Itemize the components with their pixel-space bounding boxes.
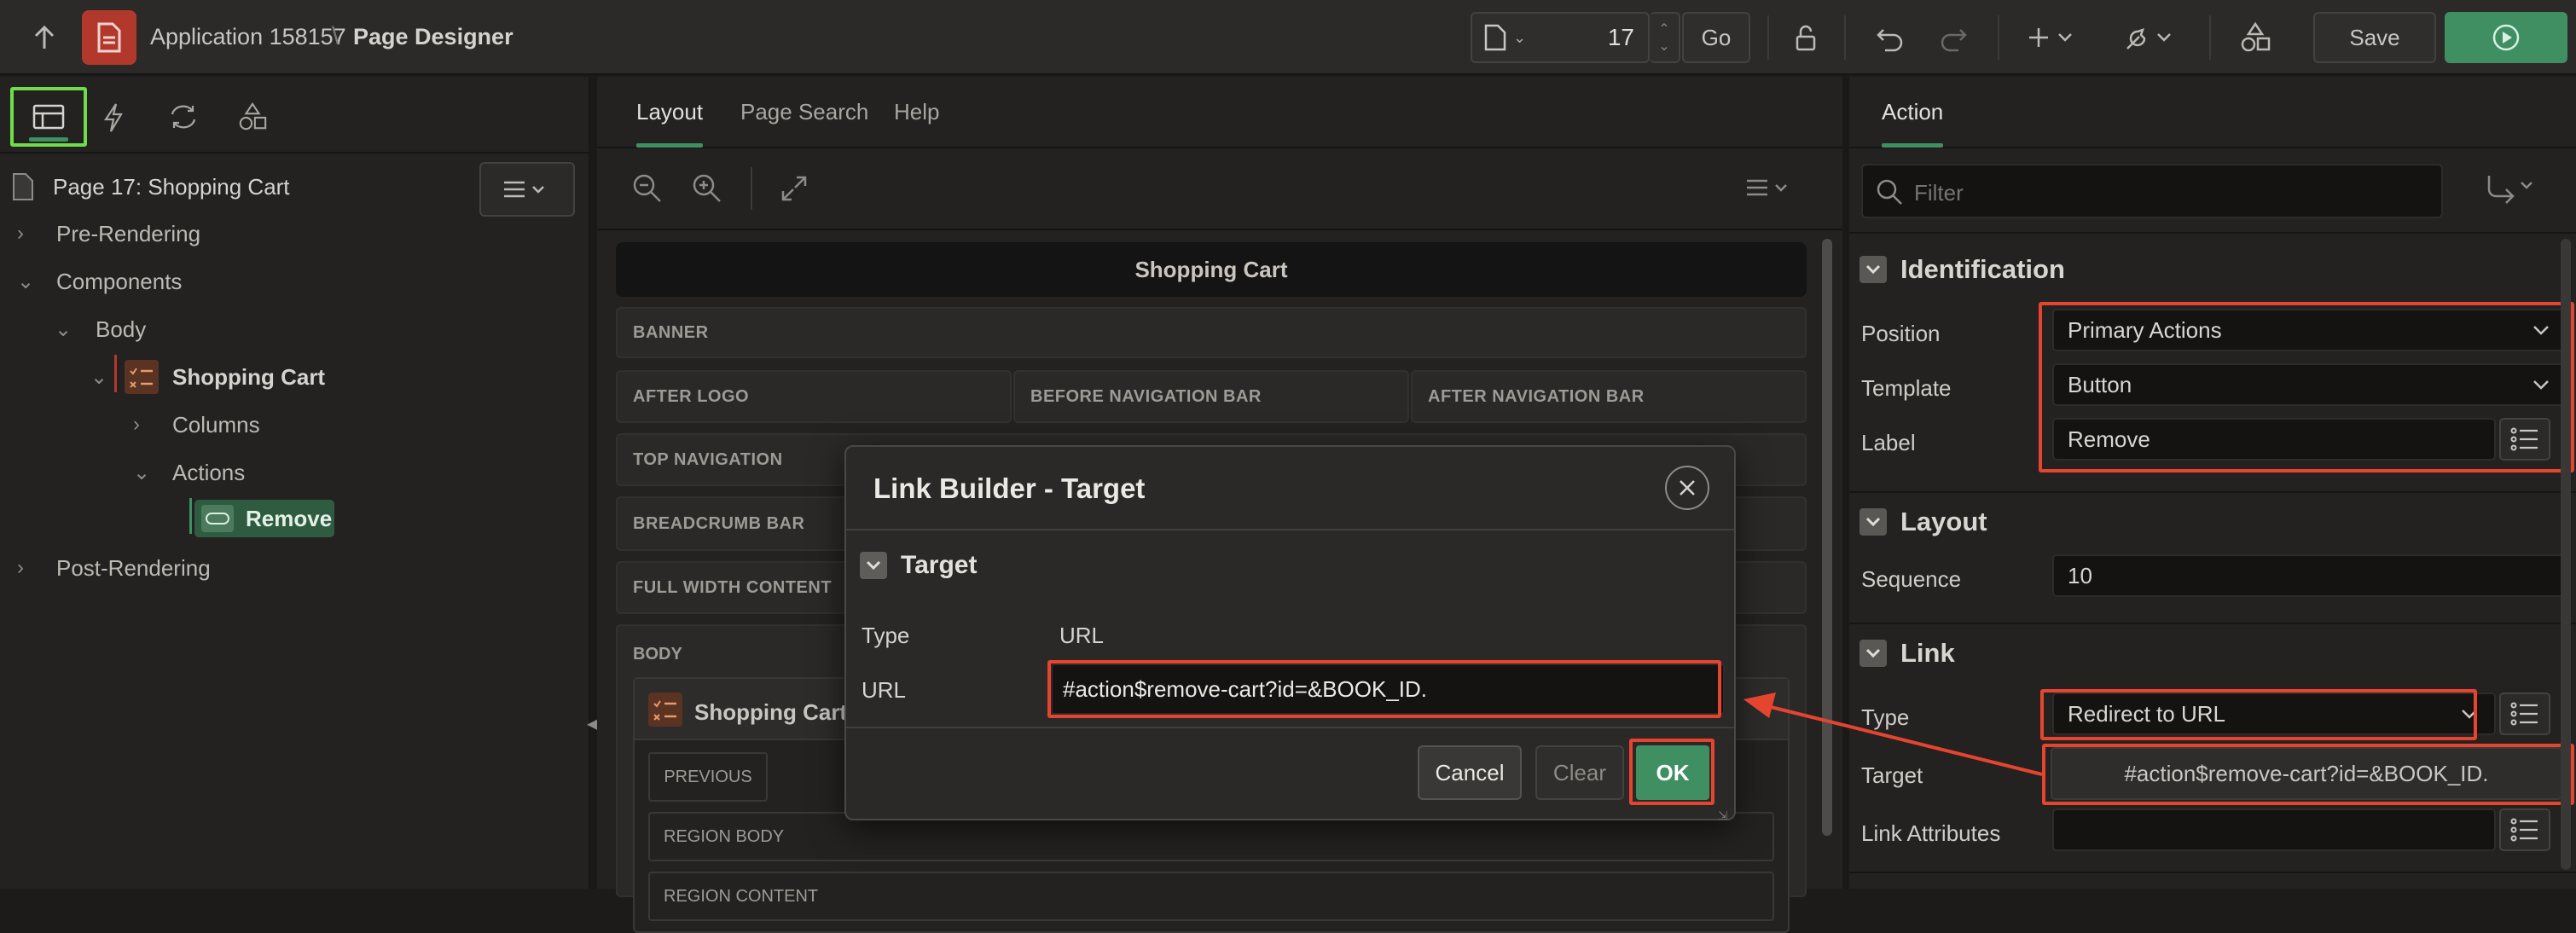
annotation-arrow [1743,693,2043,776]
